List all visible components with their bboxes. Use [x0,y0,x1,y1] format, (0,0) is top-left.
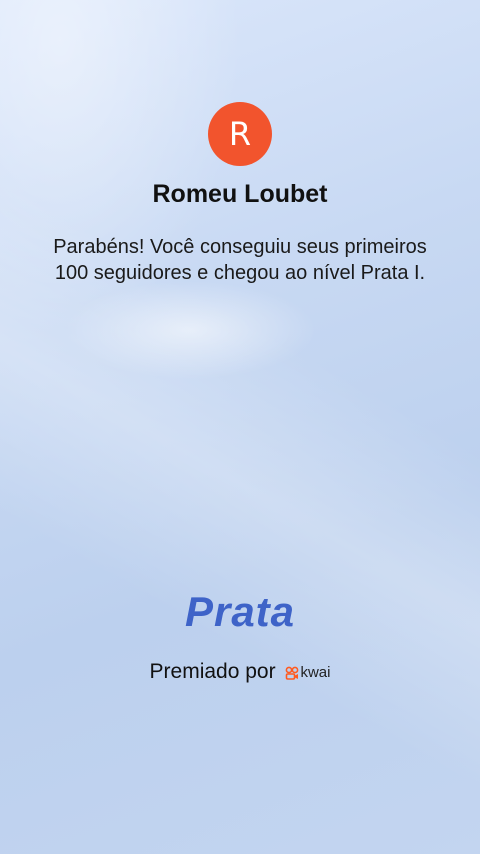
kwai-brand-label: kwai [300,664,331,682]
congratulation-message: Parabéns! Você conseguiu seus primeiros … [53,236,427,284]
kwai-brand: kwai [285,660,330,684]
level-title: Prata [184,588,296,635]
user-name: Romeu Loubet [152,180,328,208]
awarded-by-label: Premiado por [149,660,276,683]
kwai-logo-icon [286,666,299,680]
avatar: R [208,102,272,166]
awarded-by-row: Premiado por kwai [0,660,480,684]
